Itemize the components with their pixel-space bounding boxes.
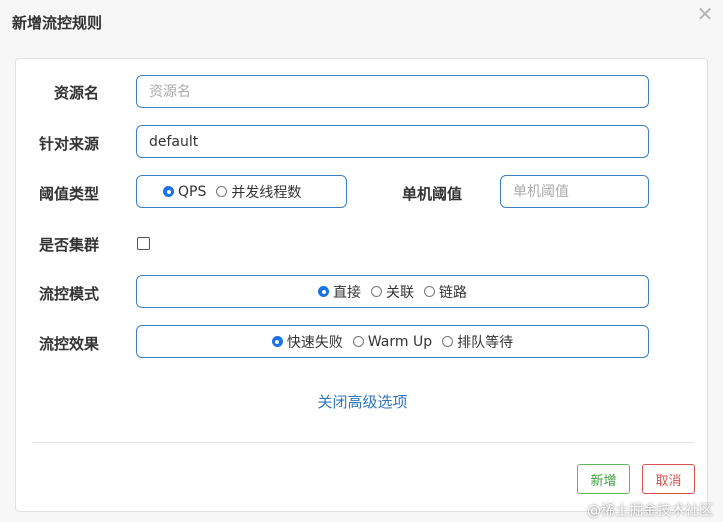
radio-label: 关联 bbox=[386, 284, 414, 301]
dialog-title: 新增流控规则 bbox=[12, 14, 103, 32]
radio-label: 排队等待 bbox=[457, 334, 514, 351]
control-mode-option-chain[interactable]: 链路 bbox=[424, 282, 467, 302]
control-effect-label: 流控效果 bbox=[39, 335, 100, 353]
threshold-type-option-qps[interactable]: QPS bbox=[163, 184, 206, 200]
radio-label: 链路 bbox=[439, 284, 467, 301]
radio-label: 并发线程数 bbox=[231, 184, 302, 201]
cluster-checkbox[interactable] bbox=[137, 237, 150, 250]
radio-unchecked-icon[interactable] bbox=[424, 286, 435, 297]
control-effect-option-queue[interactable]: 排队等待 bbox=[442, 332, 513, 352]
watermark: @稀土掘金技术社区 bbox=[587, 503, 713, 519]
radio-unchecked-icon[interactable] bbox=[371, 286, 382, 297]
cancel-button[interactable]: 取消 bbox=[642, 464, 695, 494]
single-threshold-input[interactable] bbox=[500, 175, 649, 208]
radio-unchecked-icon[interactable] bbox=[216, 186, 228, 197]
radio-unchecked-icon[interactable] bbox=[352, 336, 364, 347]
radio-checked-icon[interactable] bbox=[163, 186, 174, 197]
threshold-type-label: 阈值类型 bbox=[39, 185, 100, 203]
radio-unchecked-icon[interactable] bbox=[442, 336, 454, 347]
add-flow-rule-dialog: 新增流控规则 ✕ 资源名 针对来源 阈值类型 QPS 并发线程数 单机阈值 是否… bbox=[0, 0, 723, 522]
radio-label: 快速失败 bbox=[286, 334, 343, 351]
control-mode-option-direct[interactable]: 直接 bbox=[318, 282, 361, 302]
add-button[interactable]: 新增 bbox=[577, 464, 630, 494]
radio-label: Warm Up bbox=[367, 333, 433, 350]
control-effect-option-fast-fail[interactable]: 快速失败 bbox=[271, 332, 343, 352]
control-mode-option-relate[interactable]: 关联 bbox=[371, 282, 414, 302]
control-effect-group: 快速失败 Warm Up 排队等待 bbox=[136, 325, 649, 358]
limit-app-input[interactable] bbox=[136, 125, 649, 158]
limit-app-label: 针对来源 bbox=[39, 135, 100, 153]
radio-label: QPS bbox=[178, 183, 207, 200]
radio-checked-icon[interactable] bbox=[271, 336, 283, 347]
close-advanced-options-link[interactable]: 关闭高级选项 bbox=[16, 391, 709, 412]
threshold-type-group: QPS 并发线程数 bbox=[136, 175, 347, 208]
control-effect-option-warm-up[interactable]: Warm Up bbox=[352, 333, 433, 350]
form-panel: 资源名 针对来源 阈值类型 QPS 并发线程数 单机阈值 是否集群 流控模式 bbox=[15, 58, 708, 512]
control-mode-group: 直接 关联 链路 bbox=[136, 275, 649, 308]
close-icon[interactable]: ✕ bbox=[695, 4, 715, 24]
resource-name-input[interactable] bbox=[136, 75, 649, 108]
cluster-label: 是否集群 bbox=[39, 236, 100, 254]
threshold-type-option-threads[interactable]: 并发线程数 bbox=[216, 182, 301, 202]
radio-checked-icon[interactable] bbox=[318, 286, 329, 297]
radio-label: 直接 bbox=[333, 284, 361, 301]
footer-divider bbox=[32, 442, 694, 443]
single-threshold-label: 单机阈值 bbox=[402, 185, 463, 203]
control-mode-label: 流控模式 bbox=[39, 285, 100, 303]
resource-name-label: 资源名 bbox=[54, 84, 100, 102]
